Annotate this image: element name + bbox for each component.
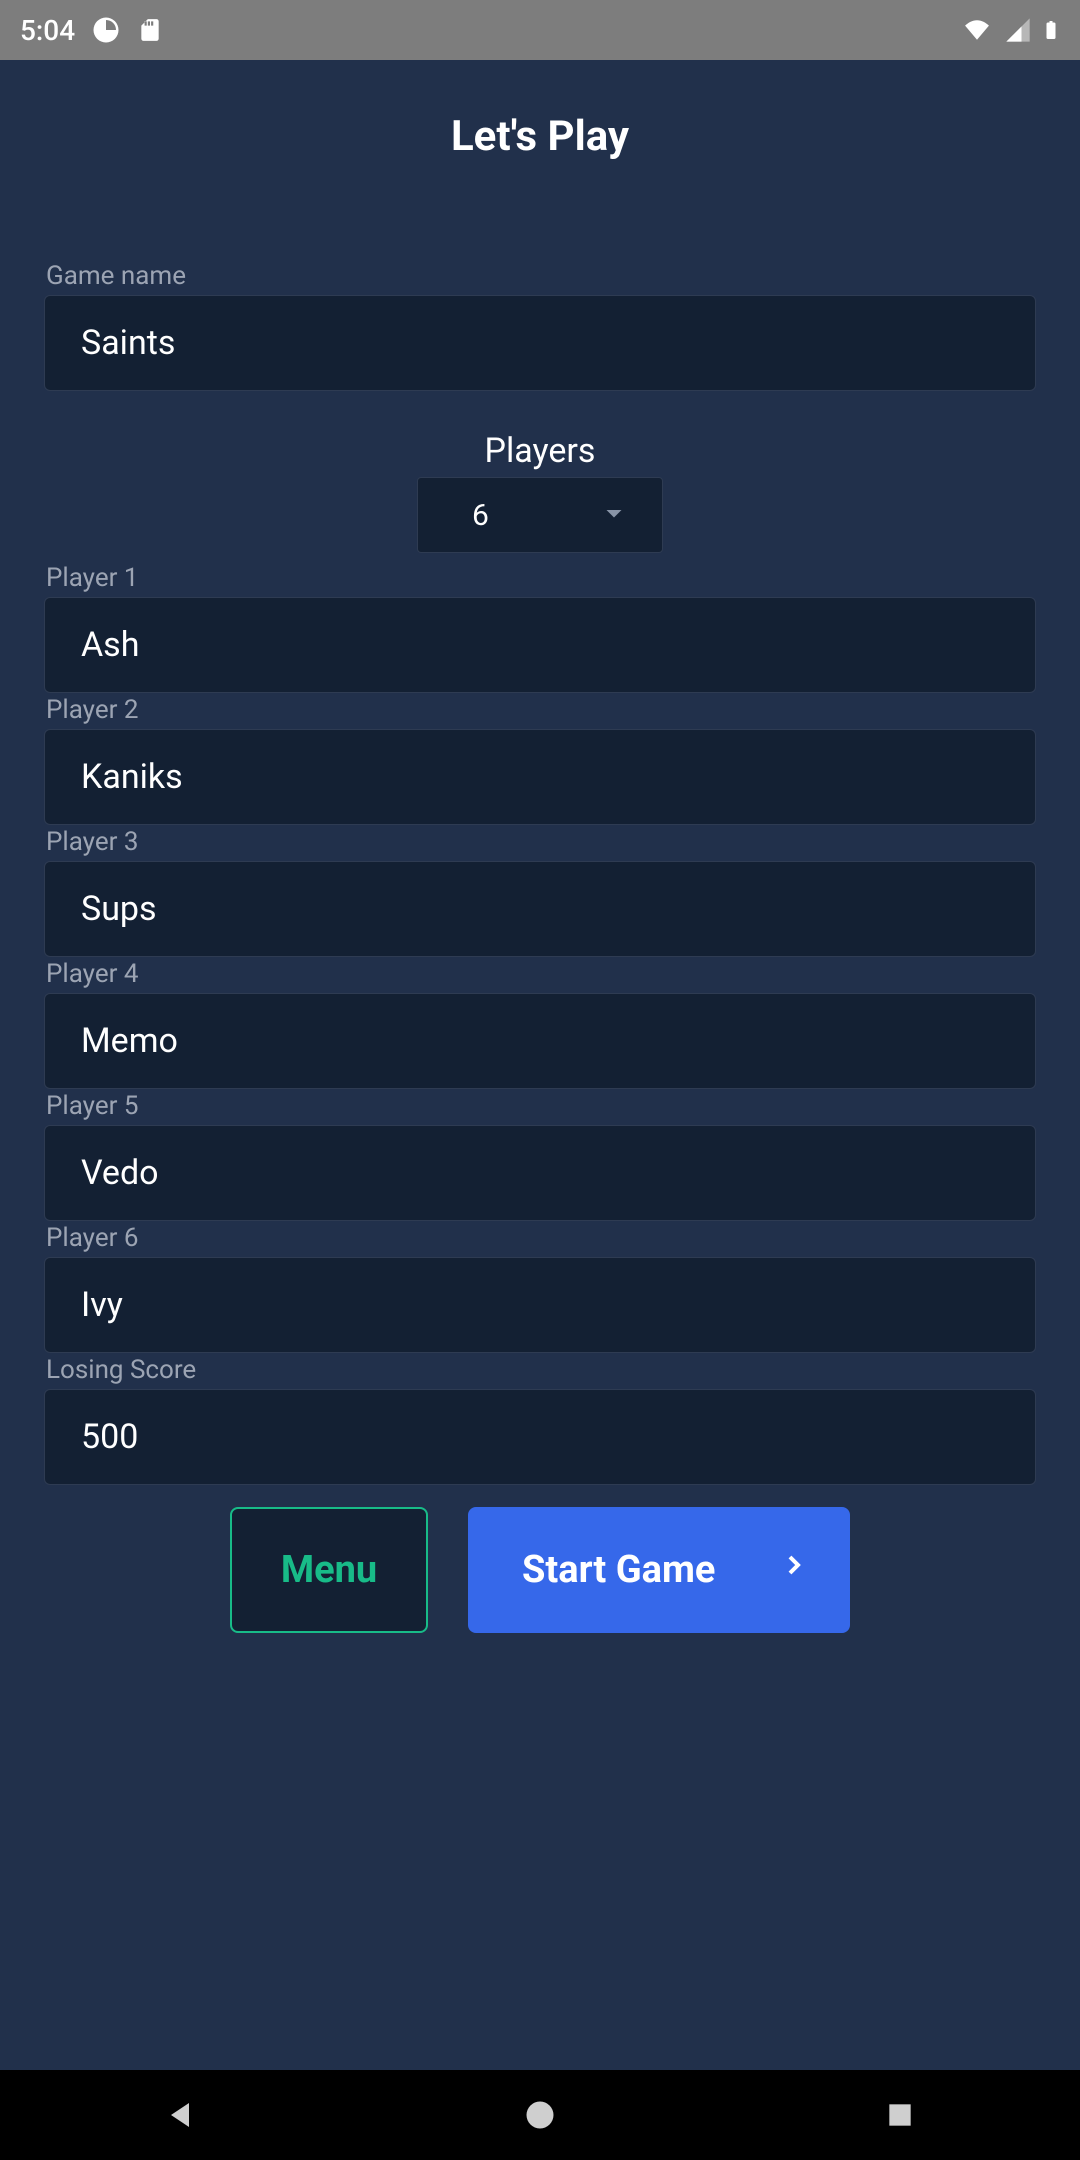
player-label-5: Player 5 <box>44 1091 1036 1121</box>
player-group-5: Player 5 <box>44 1091 1036 1221</box>
players-count-value: 6 <box>472 498 489 533</box>
page-title: Let's Play <box>44 60 1036 261</box>
game-name-input[interactable] <box>44 295 1036 391</box>
losing-score-group: Losing Score <box>44 1355 1036 1485</box>
status-bar: 5:04 <box>0 0 1080 60</box>
game-name-label: Game name <box>44 261 1036 291</box>
wifi-icon <box>960 17 994 43</box>
player-input-2[interactable] <box>44 729 1036 825</box>
player-label-1: Player 1 <box>44 563 1036 593</box>
start-button-label: Start Game <box>522 1548 715 1592</box>
nav-recent-button[interactable] <box>825 2070 975 2160</box>
menu-button[interactable]: Menu <box>230 1507 428 1633</box>
players-label: Players <box>485 431 596 471</box>
chevron-down-icon <box>596 495 632 535</box>
player-group-3: Player 3 <box>44 827 1036 957</box>
player-group-1: Player 1 <box>44 563 1036 693</box>
battery-icon <box>1042 15 1060 45</box>
sd-card-icon <box>137 15 163 45</box>
signal-icon <box>1004 16 1032 44</box>
button-row: Menu Start Game <box>44 1507 1036 1633</box>
app-body: Let's Play Game name Players 6 Player 1 P… <box>0 60 1080 2070</box>
player-label-2: Player 2 <box>44 695 1036 725</box>
players-section: Players 6 <box>44 431 1036 553</box>
player-group-6: Player 6 <box>44 1223 1036 1353</box>
players-count-select[interactable]: 6 <box>417 477 663 553</box>
nav-bar <box>0 2070 1080 2160</box>
player-input-5[interactable] <box>44 1125 1036 1221</box>
player-group-4: Player 4 <box>44 959 1036 1089</box>
nav-back-button[interactable] <box>105 2070 255 2160</box>
status-time: 5:04 <box>20 14 75 47</box>
player-label-3: Player 3 <box>44 827 1036 857</box>
losing-score-label: Losing Score <box>44 1355 1036 1385</box>
chevron-right-icon <box>778 1545 810 1595</box>
data-saver-icon <box>91 15 121 45</box>
player-input-4[interactable] <box>44 993 1036 1089</box>
player-label-4: Player 4 <box>44 959 1036 989</box>
player-input-3[interactable] <box>44 861 1036 957</box>
player-input-6[interactable] <box>44 1257 1036 1353</box>
nav-home-button[interactable] <box>465 2070 615 2160</box>
menu-button-label: Menu <box>281 1548 377 1592</box>
player-label-6: Player 6 <box>44 1223 1036 1253</box>
losing-score-input[interactable] <box>44 1389 1036 1485</box>
player-input-1[interactable] <box>44 597 1036 693</box>
game-name-group: Game name <box>44 261 1036 391</box>
player-group-2: Player 2 <box>44 695 1036 825</box>
start-game-button[interactable]: Start Game <box>468 1507 850 1633</box>
